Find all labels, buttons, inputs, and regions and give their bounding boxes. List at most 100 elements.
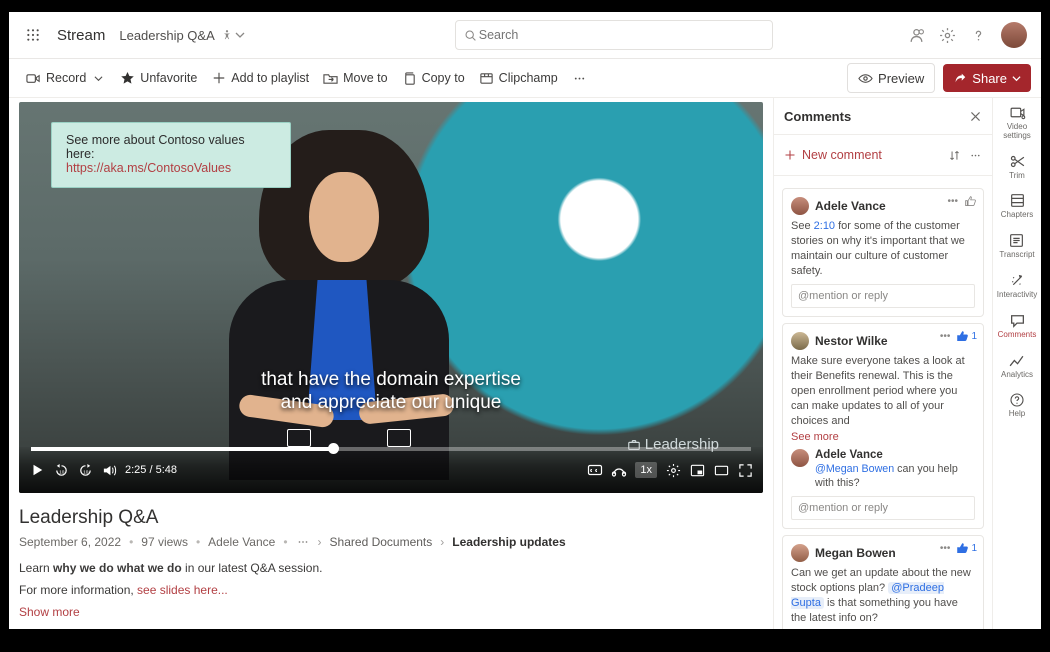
sort-icon[interactable] [948,149,961,162]
volume-icon[interactable] [101,462,117,478]
copy-to-label: Copy to [422,71,465,85]
record-icon [26,71,41,86]
show-more-link[interactable]: Show more [19,605,763,619]
reply-input[interactable]: @mention or reply [791,496,975,520]
unfavorite-button[interactable]: Unfavorite [113,64,204,92]
fullscreen-icon[interactable] [737,462,753,478]
settings-icon[interactable] [665,462,681,478]
slides-link[interactable]: see slides here... [137,583,228,597]
progress-bar[interactable] [31,447,751,451]
like-button[interactable] [964,195,977,208]
share-icon [953,71,967,85]
star-filled-icon [120,71,135,86]
preview-label: Preview [878,71,924,86]
nested-reply: Adele Vance@Megan Bowen can you help wit… [791,449,975,491]
rail-help[interactable]: Help [1009,391,1026,419]
transcript-icon [1008,232,1025,249]
comment-item: ••• 1Nestor WilkeMake sure everyone take… [782,323,984,529]
caption-thumbnails [287,429,411,447]
copy-to-button[interactable]: Copy to [395,64,472,92]
note-link[interactable]: https://aka.ms/ContosoValues [66,161,231,175]
rail-comments[interactable]: Comments [998,312,1037,340]
theater-icon[interactable] [713,462,729,478]
wand-icon [1009,272,1026,289]
main-column: See more about Contoso values here: http… [9,98,773,629]
video-author[interactable]: Adele Vance [208,535,275,549]
like-button[interactable]: 1 [956,330,977,343]
breadcrumb-item[interactable]: Leadership updates [452,535,565,549]
rewind-10-icon[interactable]: 10 [53,462,69,478]
ellipsis-icon[interactable]: ••• [947,196,958,207]
video-note-card[interactable]: See more about Contoso values here: http… [51,122,291,188]
ellipsis-icon[interactable] [969,149,982,162]
add-playlist-button[interactable]: Add to playlist [204,64,316,92]
app-launcher-icon[interactable] [19,21,47,49]
timestamp-link[interactable]: 2:10 [814,220,835,232]
clipchamp-icon [479,71,494,86]
comment-body: Can we get an update about the new stock… [791,566,975,625]
comment-author[interactable]: Nestor Wilke [815,334,888,348]
search-field[interactable] [477,27,764,43]
preview-button[interactable]: Preview [847,63,935,93]
avatar [791,197,809,215]
ellipsis-icon[interactable]: ••• [940,543,951,554]
rail-trim[interactable]: Trim [1009,153,1026,181]
record-button[interactable]: Record [19,64,113,92]
rail-video-settings[interactable]: Video settings [993,104,1041,141]
video-meta: September 6, 2022• 97 views• Adele Vance… [19,535,763,549]
comments-panel: Comments New comment •••Adele VanceSee 2… [773,98,992,629]
search-input[interactable] [455,20,773,50]
ellipsis-icon[interactable] [296,535,310,549]
comments-title: Comments [784,109,851,124]
new-comment-button[interactable]: New comment [784,148,882,162]
top-bar: Stream Leadership Q&A [9,12,1041,59]
share-button[interactable]: Share [943,64,1031,92]
rail-chapters[interactable]: Chapters [1001,192,1033,220]
reply-input[interactable]: @mention or reply [791,284,975,308]
rail-interactivity[interactable]: Interactivity [997,272,1037,300]
mention[interactable]: @Pradeep Gupta [791,582,944,609]
rail-transcript[interactable]: Transcript [999,232,1034,260]
svg-text:10: 10 [59,469,65,474]
thumbnail-icon[interactable] [387,429,411,447]
move-to-button[interactable]: Move to [316,64,394,92]
mention[interactable]: @Megan Bowen [815,463,894,475]
chevron-down-icon[interactable] [235,29,245,41]
comment-author[interactable]: Megan Bowen [815,546,896,560]
brand-name[interactable]: Stream [57,27,105,44]
move-to-label: Move to [343,71,387,85]
ellipsis-icon[interactable]: ••• [940,331,951,342]
breadcrumb-item[interactable]: Shared Documents [330,535,433,549]
captions-icon[interactable] [587,462,603,478]
pip-icon[interactable] [689,462,705,478]
person-icon[interactable] [908,27,925,44]
clipchamp-button[interactable]: Clipchamp [472,64,565,92]
like-button[interactable]: 1 [956,542,977,555]
close-icon[interactable] [969,110,982,123]
accessibility-icon[interactable] [221,29,233,41]
comment-author[interactable]: Adele Vance [815,199,886,213]
plus-icon [784,149,796,161]
see-more-link[interactable]: See more [791,431,975,443]
settings-icon[interactable] [939,27,956,44]
audio-icon[interactable] [611,462,627,478]
help-icon[interactable] [970,27,987,44]
thumbnail-icon[interactable] [287,429,311,447]
video-player[interactable]: See more about Contoso values here: http… [19,102,763,493]
forward-10-icon[interactable]: 10 [77,462,93,478]
avatar [791,449,809,467]
overflow-button[interactable] [565,64,594,92]
gear-icon [1009,104,1026,121]
video-description: Learn why we do what we do in our latest… [19,561,763,575]
rail-analytics[interactable]: Analytics [1001,352,1033,380]
user-avatar[interactable] [1001,22,1027,48]
eye-icon [858,71,873,86]
move-icon [323,71,338,86]
comment-author[interactable]: Adele Vance [815,449,975,461]
playback-rate[interactable]: 1x [635,462,657,478]
document-title[interactable]: Leadership Q&A [119,28,214,43]
unfavorite-label: Unfavorite [140,71,197,85]
scissors-icon [1009,153,1026,170]
play-icon[interactable] [29,462,45,478]
comment-item: ••• 1 Megan Bowen Can we get an update abo… [782,535,984,629]
